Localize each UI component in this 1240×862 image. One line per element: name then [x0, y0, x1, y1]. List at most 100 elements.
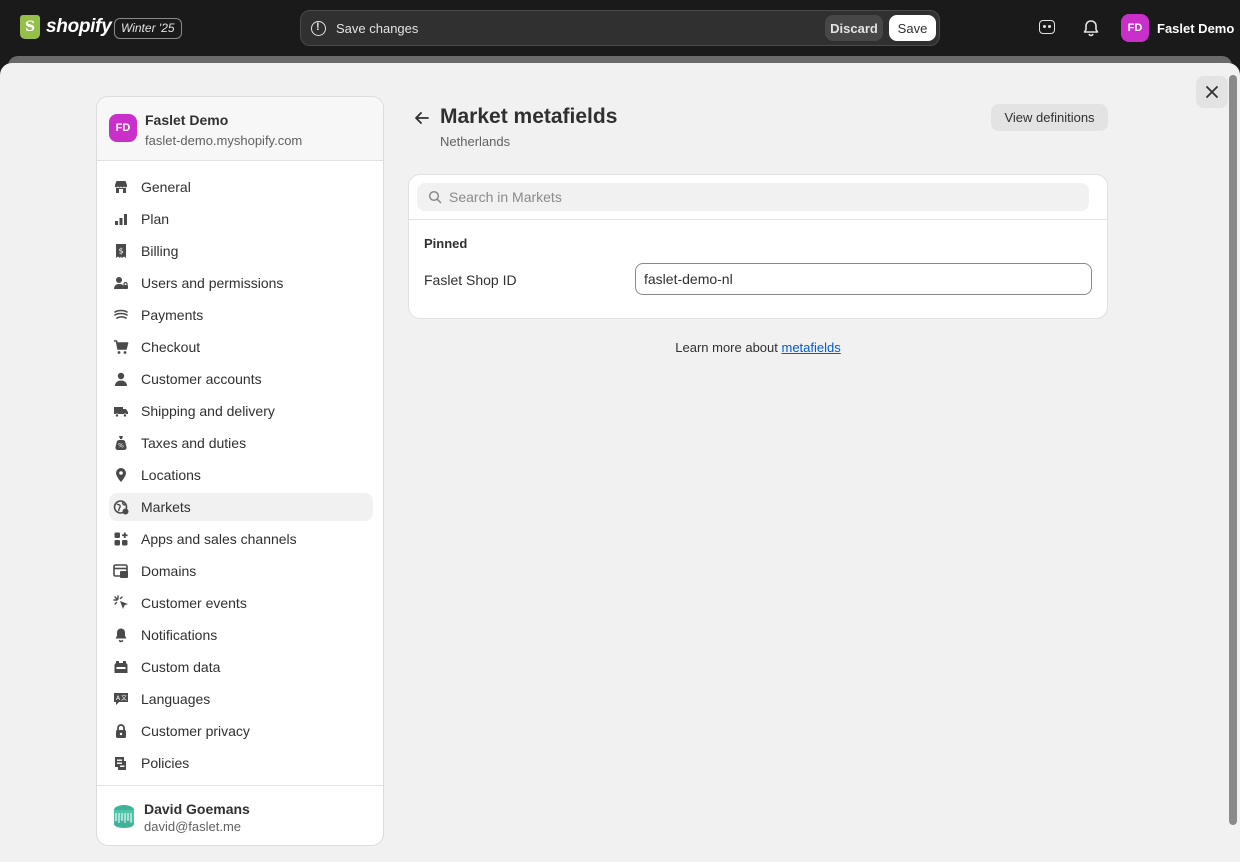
view-definitions-button[interactable]: View definitions [991, 104, 1108, 131]
arrow-left-icon [415, 112, 429, 124]
svg-text:文: 文 [121, 694, 127, 702]
footer-user-email: david@faslet.me [144, 819, 242, 834]
sidebar-item-label: Customer events [141, 595, 247, 611]
scrollbar-thumb[interactable] [1229, 75, 1237, 825]
save-button[interactable]: Save [889, 15, 936, 41]
payments-icon [114, 309, 128, 319]
sidebar-item-checkout[interactable]: Checkout [109, 333, 373, 361]
search-input[interactable] [449, 183, 1079, 211]
sidebar-item-plan[interactable]: Plan [109, 205, 373, 233]
sidebar-item-label: Taxes and duties [141, 435, 247, 451]
sidebar-item-customer-accounts[interactable]: Customer accounts [109, 365, 373, 393]
lock-icon [116, 724, 126, 738]
avatar: FD [1121, 14, 1149, 42]
discard-button[interactable]: Discard [825, 15, 883, 41]
footer-user-name: David Goemans [144, 801, 250, 817]
person-icon [115, 372, 127, 386]
sidebar-item-apps[interactable]: Apps and sales channels [109, 525, 373, 553]
sidekick-icon[interactable] [1037, 18, 1057, 38]
sidebar-item-shipping[interactable]: Shipping and delivery [109, 397, 373, 425]
save-bar: Save changes Discard Save [300, 10, 940, 46]
learn-more-text: Learn more about metafields [408, 340, 1108, 355]
faslet-tape-icon [114, 805, 134, 828]
sidebar-item-locations[interactable]: Locations [109, 461, 373, 489]
policy-icon [115, 757, 126, 770]
sidebar-item-label: Payments [141, 307, 204, 323]
sidebar-item-label: Customer accounts [141, 371, 262, 387]
search-box[interactable] [417, 183, 1089, 211]
sidebar-item-label: Plan [141, 211, 170, 227]
scrollbar[interactable] [1228, 71, 1238, 861]
user-footer[interactable]: David Goemans david@faslet.me [97, 785, 383, 845]
settings-sidebar: FD Faslet Demo faslet-demo.myshopify.com… [96, 96, 384, 846]
svg-text:$: $ [118, 247, 123, 256]
notifications-bell-icon[interactable] [1081, 18, 1101, 38]
domains-icon [113, 564, 128, 578]
save-bar-message: Save changes [336, 21, 419, 36]
custom-data-icon [114, 661, 128, 673]
back-button[interactable] [412, 108, 432, 128]
receipt-icon: $ [116, 244, 126, 258]
metafields-card: Pinned Faslet Shop ID [408, 174, 1108, 319]
globe-icon [113, 500, 129, 515]
sidebar-item-label: Apps and sales channels [141, 531, 297, 547]
search-icon [428, 190, 442, 204]
store-icon [115, 181, 127, 193]
sidebar-item-label: Users and permissions [141, 275, 284, 291]
account-menu[interactable]: FD Faslet Demo [1121, 14, 1234, 42]
shop-id-field[interactable] [635, 263, 1092, 295]
account-name: Faslet Demo [1157, 20, 1235, 36]
language-icon: A文 [114, 693, 128, 705]
close-button[interactable] [1196, 76, 1228, 108]
pinned-heading: Pinned [424, 236, 468, 251]
logo-text: shopify [46, 16, 112, 37]
store-avatar: FD [109, 114, 137, 142]
top-bar: shopify Winter '25 Save changes Discard … [0, 0, 1240, 56]
sidebar-item-label: Custom data [141, 659, 221, 675]
location-pin-icon [116, 468, 126, 482]
shop-id-label: Faslet Shop ID [424, 272, 517, 288]
plan-icon [115, 214, 127, 225]
store-domain: faslet-demo.myshopify.com [145, 133, 303, 148]
sidebar-item-label: Checkout [141, 339, 201, 355]
alert-circle-icon [311, 21, 326, 36]
divider [409, 219, 1107, 220]
sidebar-item-billing[interactable]: $ Billing [109, 237, 373, 265]
sidebar-item-users[interactable]: Users and permissions [109, 269, 373, 297]
edition-badge[interactable]: Winter '25 [114, 18, 182, 39]
sidebar-item-markets[interactable]: Markets [109, 493, 373, 521]
sidebar-item-label: Notifications [141, 627, 218, 643]
sidebar-item-customer-privacy[interactable]: Customer privacy [109, 717, 373, 745]
sidebar-item-general[interactable]: General [109, 173, 373, 201]
sidebar-item-label: Locations [141, 467, 201, 483]
sidebar-item-label: Shipping and delivery [141, 403, 275, 419]
bell-icon [115, 628, 127, 643]
sidebar-item-label: Languages [141, 691, 211, 707]
sidebar-item-languages[interactable]: A文 Languages [109, 685, 373, 713]
sidebar-item-policies[interactable]: Policies [109, 749, 373, 777]
sidebar-item-payments[interactable]: Payments [109, 301, 373, 329]
sidebar-item-taxes[interactable]: % Taxes and duties [109, 429, 373, 457]
settings-modal: FD Faslet Demo faslet-demo.myshopify.com… [0, 63, 1240, 862]
svg-text:%: % [118, 443, 124, 450]
shopify-logo[interactable]: shopify [20, 15, 112, 39]
cursor-click-icon [113, 595, 128, 609]
settings-nav: General Plan $ Billing Users and permiss… [109, 173, 373, 781]
shopify-bag-icon [20, 15, 40, 39]
store-header[interactable]: FD Faslet Demo faslet-demo.myshopify.com [97, 97, 383, 161]
sidebar-item-custom-data[interactable]: Custom data [109, 653, 373, 681]
sidebar-item-customer-events[interactable]: Customer events [109, 589, 373, 617]
sidebar-item-label: Domains [141, 563, 197, 579]
sidebar-item-label: Customer privacy [141, 723, 250, 739]
page-subtitle: Netherlands [440, 134, 511, 149]
store-name: Faslet Demo [145, 112, 229, 128]
apps-icon [114, 532, 128, 546]
sidebar-item-label: Markets [141, 499, 191, 515]
metafields-link[interactable]: metafields [781, 340, 840, 355]
sidebar-item-domains[interactable]: Domains [109, 557, 373, 585]
cart-icon [114, 340, 129, 354]
page-title: Market metafields [440, 105, 618, 128]
users-lock-icon [114, 277, 128, 289]
sidebar-item-label: General [141, 179, 191, 195]
sidebar-item-notifications[interactable]: Notifications [109, 621, 373, 649]
